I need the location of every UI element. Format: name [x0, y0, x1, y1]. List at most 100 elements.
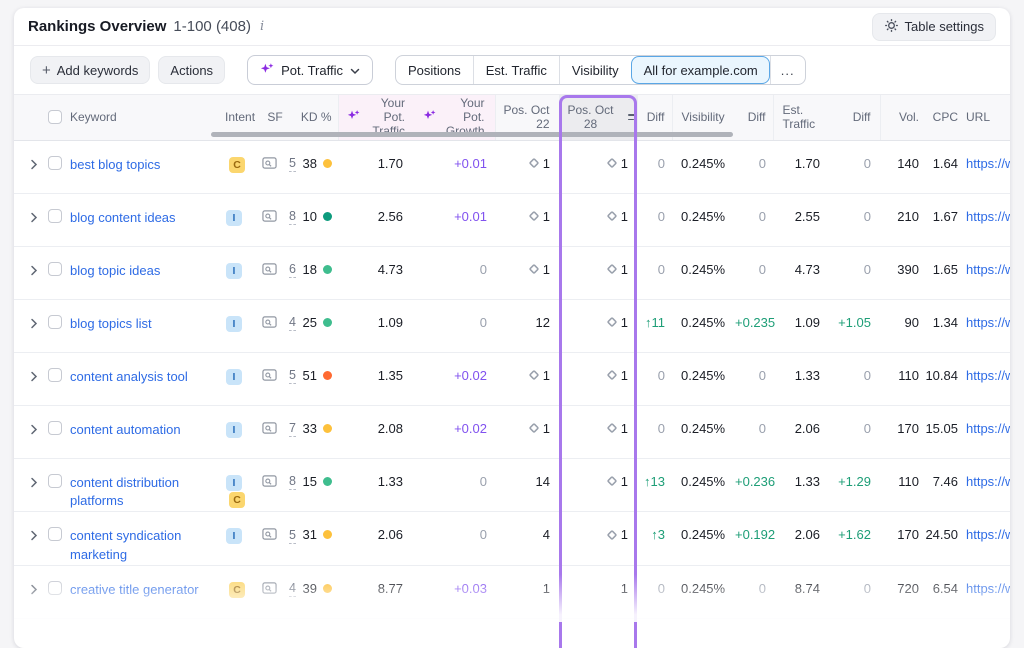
position-diff-value: 0	[637, 405, 672, 458]
kd-difficulty-dot	[323, 371, 332, 380]
intent-badge-commercial[interactable]: C	[229, 582, 245, 598]
cpc-value: 1.64	[925, 140, 962, 193]
col-diff-visibility[interactable]: Diff	[735, 95, 773, 140]
keyword-link[interactable]: content automation	[70, 421, 181, 440]
visibility-diff-value: 0	[735, 352, 773, 405]
sf-count[interactable]: 4	[289, 315, 296, 331]
col-diff-est-traffic[interactable]: Diff	[832, 95, 880, 140]
tab-visibility[interactable]: Visibility	[559, 56, 631, 84]
url-link[interactable]: https://w	[966, 581, 1010, 596]
intent-badge-informational[interactable]: I	[226, 528, 242, 544]
est-traffic-diff-value: 0	[832, 246, 880, 299]
row-checkbox[interactable]	[48, 527, 62, 541]
col-keyword[interactable]: Keyword	[14, 95, 225, 140]
sf-count[interactable]: 5	[289, 368, 296, 384]
keyword-link[interactable]: blog content ideas	[70, 209, 176, 228]
url-link[interactable]: https://w	[966, 421, 1010, 436]
intent-badge-informational[interactable]: I	[226, 475, 242, 491]
url-link[interactable]: https://w	[966, 315, 1010, 330]
row-expand-chevron-icon[interactable]	[30, 211, 38, 226]
row-checkbox[interactable]	[48, 474, 62, 488]
sf-count[interactable]: 8	[289, 474, 296, 490]
serp-features-icon[interactable]	[262, 156, 277, 173]
pos-oct-28-value: 1	[621, 421, 628, 436]
serp-features-icon[interactable]	[262, 262, 277, 279]
row-checkbox[interactable]	[48, 581, 62, 595]
intent-badge-informational[interactable]: I	[226, 316, 242, 332]
est-traffic-diff-value: +1.05	[832, 299, 880, 352]
serp-features-icon[interactable]	[262, 474, 277, 491]
sf-count[interactable]: 7	[289, 421, 296, 437]
row-expand-chevron-icon[interactable]	[30, 317, 38, 332]
serp-features-icon[interactable]	[262, 368, 277, 385]
kd-difficulty-dot	[323, 265, 332, 274]
sf-count[interactable]: 6	[289, 262, 296, 278]
table-wrap: Keyword Intent SF KD % YourPot. Traffic	[14, 94, 1010, 619]
col-volume[interactable]: Vol.	[880, 95, 925, 140]
info-icon[interactable]: i	[260, 19, 264, 34]
actions-button[interactable]: Actions	[158, 56, 225, 84]
row-checkbox[interactable]	[48, 262, 62, 276]
row-expand-chevron-icon[interactable]	[30, 370, 38, 385]
col-est-traffic[interactable]: Est. Traffic	[773, 95, 832, 140]
url-link[interactable]: https://w	[966, 262, 1010, 277]
intent-badge-informational[interactable]: I	[226, 210, 242, 226]
pot-growth-value: +0.01	[415, 193, 495, 246]
row-expand-chevron-icon[interactable]	[30, 264, 38, 279]
tab-positions[interactable]: Positions	[396, 56, 473, 84]
keyword-link[interactable]: blog topic ideas	[70, 262, 160, 281]
tab-more-button[interactable]: ...	[770, 56, 805, 84]
table-row: blog topic ideas I 6 18 4.73 0 1	[14, 246, 1010, 299]
keyword-link[interactable]: content distribution platforms	[70, 474, 220, 512]
serp-features-icon[interactable]	[262, 527, 277, 544]
sf-count[interactable]: 4	[289, 581, 296, 597]
intent-badge-informational[interactable]: I	[226, 422, 242, 438]
serp-features-icon[interactable]	[262, 315, 277, 332]
row-expand-chevron-icon[interactable]	[30, 158, 38, 173]
keyword-link[interactable]: creative title generator	[70, 581, 199, 600]
keyword-link[interactable]: content analysis tool	[70, 368, 188, 387]
row-checkbox[interactable]	[48, 421, 62, 435]
intent-badge-informational[interactable]: I	[226, 263, 242, 279]
sf-count[interactable]: 8	[289, 209, 296, 225]
pot-traffic-value: 1.35	[338, 352, 415, 405]
pos-oct-28-value: 1	[621, 209, 628, 224]
col-cpc[interactable]: CPC	[925, 95, 962, 140]
row-checkbox[interactable]	[48, 156, 62, 170]
horizontal-scrollbar[interactable]	[211, 132, 733, 137]
intent-badge-informational[interactable]: I	[226, 369, 242, 385]
tab-est-traffic[interactable]: Est. Traffic	[473, 56, 559, 84]
row-expand-chevron-icon[interactable]	[30, 529, 38, 544]
row-expand-chevron-icon[interactable]	[30, 423, 38, 438]
select-all-checkbox[interactable]	[48, 110, 62, 124]
serp-features-icon[interactable]	[262, 421, 277, 438]
serp-features-icon[interactable]	[262, 581, 277, 598]
pot-traffic-value: 4.73	[338, 246, 415, 299]
keyword-link[interactable]: best blog topics	[70, 156, 160, 175]
pot-traffic-dropdown[interactable]: Pot. Traffic	[247, 55, 373, 85]
keyword-link[interactable]: blog topics list	[70, 315, 152, 334]
serp-features-icon[interactable]	[262, 209, 277, 226]
sf-count[interactable]: 5	[289, 528, 296, 544]
url-link[interactable]: https://w	[966, 474, 1010, 489]
intent-badge-commercial[interactable]: C	[229, 157, 245, 173]
col-url[interactable]: URL	[962, 95, 1010, 140]
keyword-link[interactable]: content syndication marketing	[70, 527, 220, 565]
add-keywords-button[interactable]: + Add keywords	[30, 56, 150, 84]
url-link[interactable]: https://w	[966, 209, 1010, 224]
row-expand-chevron-icon[interactable]	[30, 583, 38, 598]
url-link[interactable]: https://w	[966, 156, 1010, 171]
intent-badge-commercial[interactable]: C	[229, 492, 245, 508]
row-checkbox[interactable]	[48, 315, 62, 329]
table-settings-button[interactable]: Table settings	[872, 13, 997, 41]
volume-value: 170	[880, 512, 925, 566]
url-link[interactable]: https://w	[966, 527, 1010, 542]
url-link[interactable]: https://w	[966, 368, 1010, 383]
row-checkbox[interactable]	[48, 209, 62, 223]
row-expand-chevron-icon[interactable]	[30, 476, 38, 491]
serp-feature-diamond-icon	[606, 157, 618, 169]
serp-feature-diamond-icon	[606, 210, 618, 222]
sf-count[interactable]: 5	[289, 156, 296, 172]
tab-all-for-example[interactable]: All for example.com	[631, 56, 770, 84]
row-checkbox[interactable]	[48, 368, 62, 382]
